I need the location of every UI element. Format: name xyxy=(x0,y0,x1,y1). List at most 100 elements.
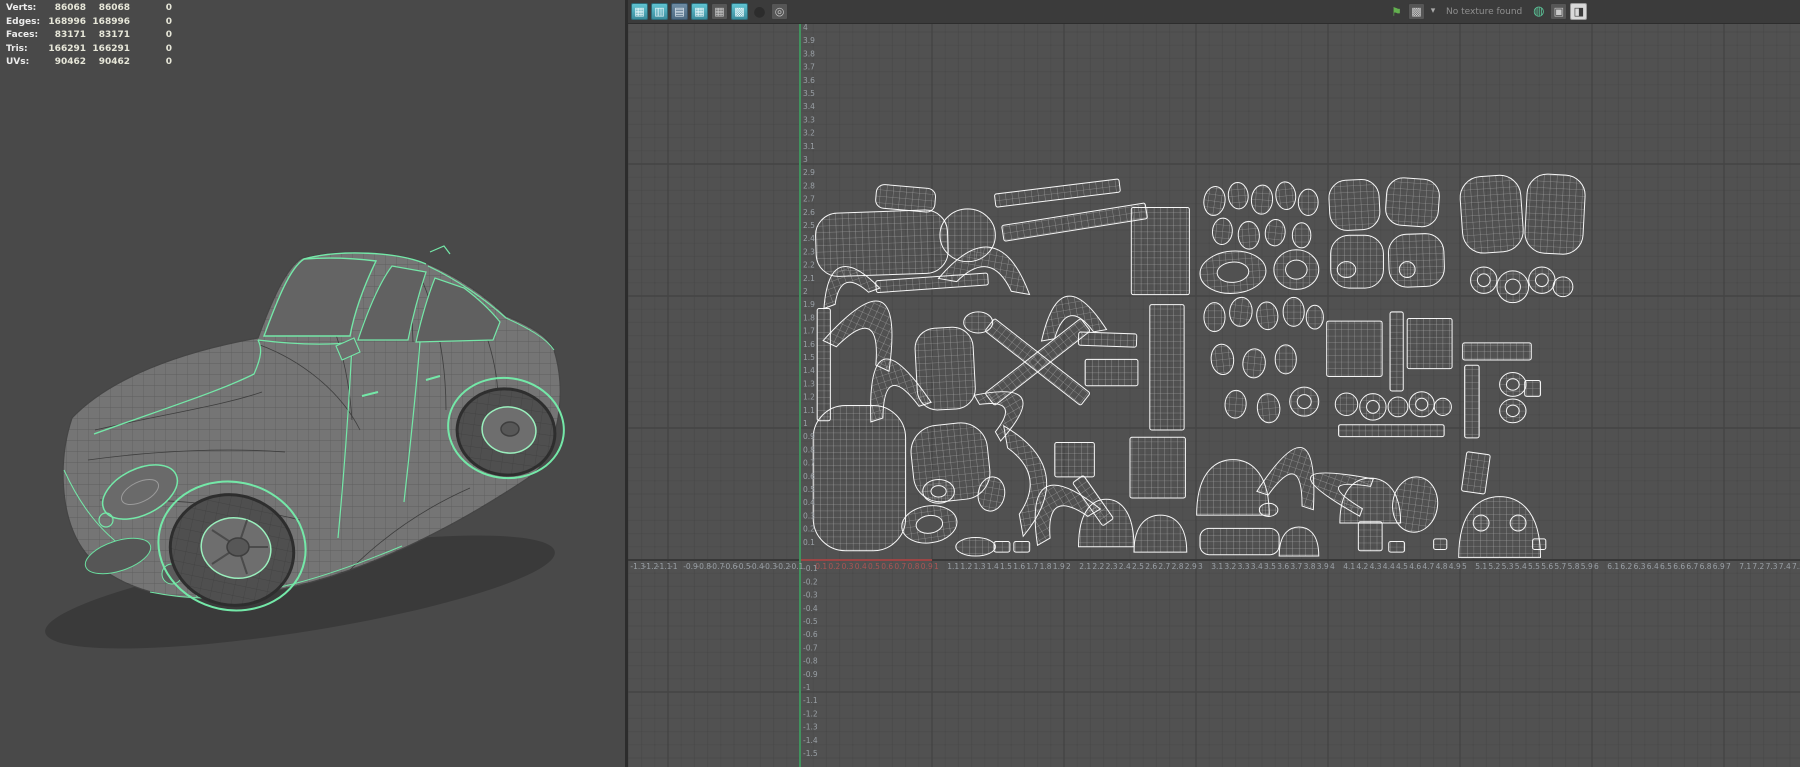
texture-status-label: No texture found xyxy=(1446,7,1522,17)
svg-text:4.9: 4.9 xyxy=(1449,562,1461,571)
svg-text:5.3: 5.3 xyxy=(1502,562,1514,571)
svg-text:3.8: 3.8 xyxy=(1304,562,1316,571)
texture-flag-icon[interactable]: ⚑ xyxy=(1388,3,1405,20)
car-model xyxy=(0,0,625,767)
svg-text:0.8: 0.8 xyxy=(908,562,920,571)
uv-toolbar-right: ⚑▩▾ No texture found ◍▣◨ xyxy=(1388,0,1587,23)
uv-editor-panel: ▦▥▤▦▦▩●◎ ⚑▩▾ No texture found ◍▣◨ -1.3-1… xyxy=(628,0,1800,767)
svg-text:7.1: 7.1 xyxy=(1739,562,1751,571)
svg-text:7.2: 7.2 xyxy=(1752,562,1764,571)
svg-text:0.4: 0.4 xyxy=(855,562,867,571)
svg-text:2.2: 2.2 xyxy=(803,261,815,270)
stats-row: Faces:83171831710 xyxy=(6,29,172,43)
texture-dropdown-caret[interactable]: ▾ xyxy=(1428,3,1438,20)
svg-text:0.8: 0.8 xyxy=(803,445,815,454)
svg-text:0.2: 0.2 xyxy=(803,525,815,534)
3d-viewport[interactable]: Verts:86068860680Edges:1689961689960Face… xyxy=(0,0,625,767)
svg-text:5: 5 xyxy=(1462,562,1467,571)
svg-text:3.1: 3.1 xyxy=(803,142,815,151)
isolate-select-icon[interactable]: ● xyxy=(751,3,768,20)
dim-image-icon[interactable]: ◨ xyxy=(1570,3,1587,20)
svg-text:2.9: 2.9 xyxy=(803,168,815,177)
svg-text:0.6: 0.6 xyxy=(881,562,893,571)
svg-text:6.5: 6.5 xyxy=(1660,562,1672,571)
svg-text:1.8: 1.8 xyxy=(1040,562,1052,571)
svg-text:2: 2 xyxy=(1066,562,1071,571)
svg-text:-1.3: -1.3 xyxy=(803,723,818,732)
svg-text:0.4: 0.4 xyxy=(803,498,815,507)
svg-text:1.8: 1.8 xyxy=(803,313,815,322)
uv-checker-icon[interactable]: ▩ xyxy=(731,3,748,20)
svg-text:2.8: 2.8 xyxy=(1172,562,1184,571)
stats-row: Edges:1689961689960 xyxy=(6,16,172,30)
svg-text:1.9: 1.9 xyxy=(1053,562,1065,571)
bake-texture-icon[interactable]: ▣ xyxy=(1550,3,1567,20)
svg-text:4: 4 xyxy=(803,24,808,32)
svg-text:3.6: 3.6 xyxy=(803,76,815,85)
svg-text:-1.2: -1.2 xyxy=(803,709,818,718)
svg-text:1.4: 1.4 xyxy=(803,366,815,375)
uv-layout-icon[interactable]: ▥ xyxy=(651,3,668,20)
svg-text:5.8: 5.8 xyxy=(1568,562,1580,571)
svg-text:0.5: 0.5 xyxy=(803,485,815,494)
uv-workspace[interactable]: -1.3-1.2-1.1-1-0.9-0.8-0.7-0.6-0.5-0.4-0… xyxy=(628,24,1800,767)
svg-text:-0.2: -0.2 xyxy=(803,577,818,586)
svg-text:1.5: 1.5 xyxy=(1000,562,1012,571)
svg-text:0.9: 0.9 xyxy=(803,432,815,441)
svg-text:0.6: 0.6 xyxy=(803,472,815,481)
svg-text:4.2: 4.2 xyxy=(1356,562,1368,571)
application-window: Verts:86068860680Edges:1689961689960Face… xyxy=(0,0,1800,767)
svg-text:1.9: 1.9 xyxy=(803,300,815,309)
svg-text:-1: -1 xyxy=(670,562,678,571)
svg-text:1.6: 1.6 xyxy=(803,340,815,349)
svg-text:2.7: 2.7 xyxy=(1158,562,1170,571)
svg-text:0.3: 0.3 xyxy=(842,562,854,571)
svg-text:4.6: 4.6 xyxy=(1409,562,1421,571)
svg-text:6.2: 6.2 xyxy=(1620,562,1632,571)
stats-row: Tris:1662911662910 xyxy=(6,43,172,57)
svg-text:2: 2 xyxy=(803,287,808,296)
svg-text:0.7: 0.7 xyxy=(894,562,906,571)
uv-grid-icon[interactable]: ▦ xyxy=(631,3,648,20)
svg-text:1.1: 1.1 xyxy=(947,562,959,571)
uv-toolbar-left: ▦▥▤▦▦▩●◎ xyxy=(631,3,788,20)
svg-text:6.3: 6.3 xyxy=(1634,562,1646,571)
svg-text:3.8: 3.8 xyxy=(803,49,815,58)
svg-text:0.1: 0.1 xyxy=(803,538,815,547)
axis-labels: -1.3-1.2-1.1-1-0.9-0.8-0.7-0.6-0.5-0.4-0… xyxy=(630,24,1800,758)
svg-text:4.1: 4.1 xyxy=(1343,562,1355,571)
svg-text:2.5: 2.5 xyxy=(803,221,815,230)
svg-text:1.7: 1.7 xyxy=(1026,562,1038,571)
svg-text:1: 1 xyxy=(803,419,808,428)
svg-text:2.2: 2.2 xyxy=(1092,562,1104,571)
svg-text:2.6: 2.6 xyxy=(1145,562,1157,571)
checker-pattern-icon[interactable]: ▩ xyxy=(1408,3,1425,20)
svg-text:2.3: 2.3 xyxy=(1106,562,1118,571)
svg-text:2.9: 2.9 xyxy=(1185,562,1197,571)
svg-text:1.6: 1.6 xyxy=(1013,562,1025,571)
svg-text:1.2: 1.2 xyxy=(803,393,815,402)
svg-text:-0.5: -0.5 xyxy=(803,617,818,626)
svg-text:3.5: 3.5 xyxy=(803,89,815,98)
svg-text:2.5: 2.5 xyxy=(1132,562,1144,571)
svg-text:7.4: 7.4 xyxy=(1779,562,1791,571)
refresh-texture-icon[interactable]: ◍ xyxy=(1530,3,1547,20)
svg-text:-0.6: -0.6 xyxy=(803,630,818,639)
svg-text:0.7: 0.7 xyxy=(803,459,815,468)
uv-grid-display-icon[interactable]: ▦ xyxy=(711,3,728,20)
uv-snapshot-camera-icon[interactable]: ◎ xyxy=(771,3,788,20)
uv-tile-icon[interactable]: ▦ xyxy=(691,3,708,20)
uv-move-shell-icon[interactable]: ▤ xyxy=(671,3,688,20)
svg-text:3: 3 xyxy=(1198,562,1203,571)
svg-text:1.2: 1.2 xyxy=(960,562,972,571)
svg-text:3.7: 3.7 xyxy=(1290,562,1302,571)
uv-grid-canvas: -1.3-1.2-1.1-1-0.9-0.8-0.7-0.6-0.5-0.4-0… xyxy=(628,24,1800,767)
poly-count-stats: Verts:86068860680Edges:1689961689960Face… xyxy=(6,2,172,70)
svg-text:5.9: 5.9 xyxy=(1581,562,1593,571)
svg-text:-0.3: -0.3 xyxy=(803,591,818,600)
svg-text:7.3: 7.3 xyxy=(1766,562,1778,571)
svg-text:3.7: 3.7 xyxy=(803,63,815,72)
svg-text:3.3: 3.3 xyxy=(803,115,815,124)
svg-text:-0.7: -0.7 xyxy=(803,643,818,652)
uv-islands xyxy=(813,173,1586,557)
